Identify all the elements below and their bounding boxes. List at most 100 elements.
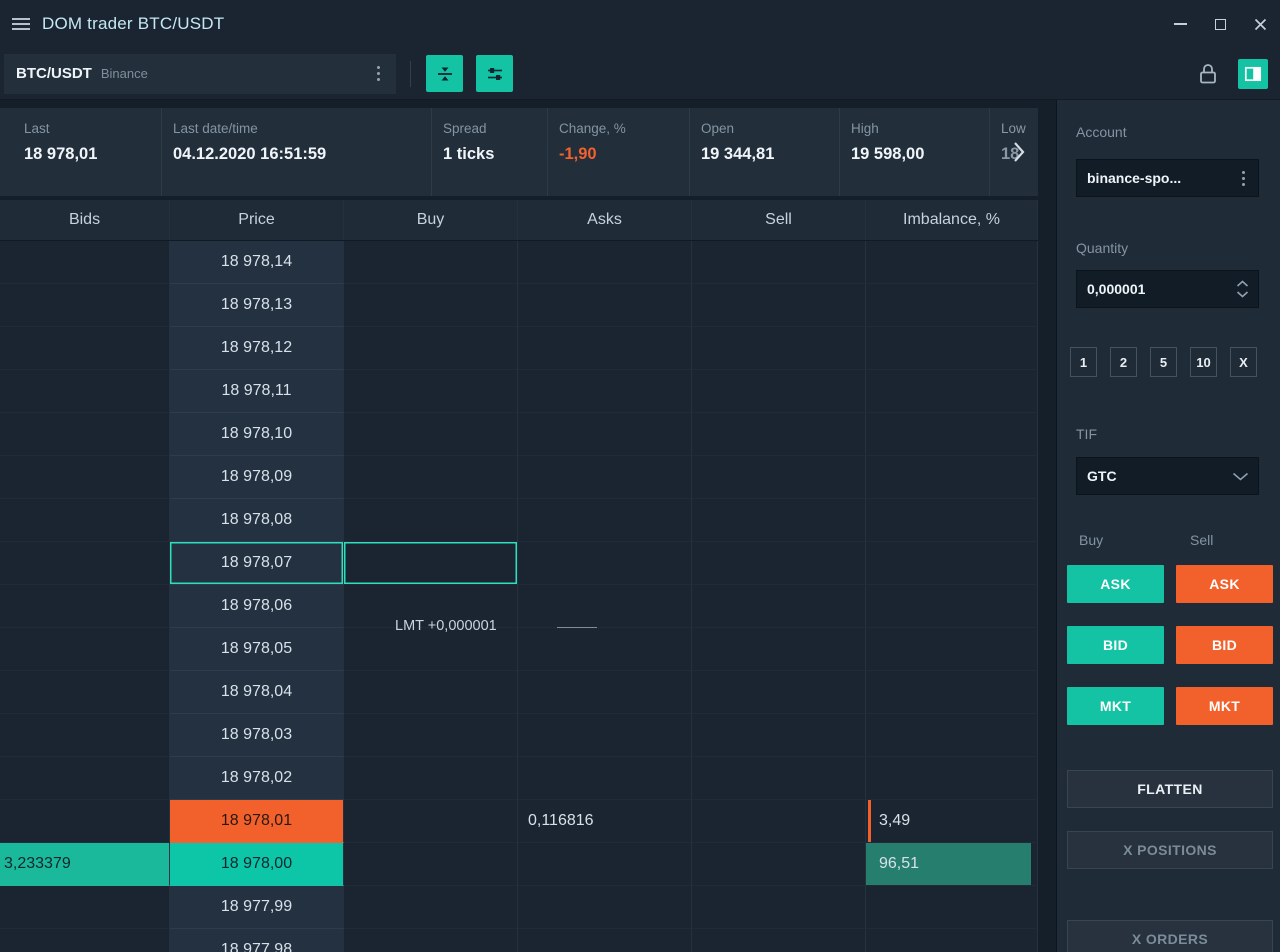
dom-cell-buy[interactable] — [344, 413, 518, 456]
close-orders-button[interactable]: X ORDERS — [1067, 920, 1273, 952]
dom-cell-sell[interactable] — [692, 757, 866, 800]
sell-bid-button[interactable]: BID — [1176, 626, 1273, 664]
account-selector[interactable]: binance-spo... — [1076, 159, 1259, 197]
dom-cell-imbalance[interactable] — [866, 585, 1038, 628]
quick-quantity-5[interactable]: 5 — [1150, 347, 1177, 377]
dom-cell-price[interactable]: 18 978,13 — [170, 284, 344, 327]
dom-cell-imbalance[interactable] — [866, 929, 1038, 952]
dom-cell-bids[interactable] — [0, 284, 170, 327]
dom-cell-sell[interactable] — [692, 241, 866, 284]
spinner-up-icon[interactable] — [1236, 280, 1249, 287]
buy-mkt-button[interactable]: MKT — [1067, 687, 1164, 725]
dom-cell-price[interactable]: 18 978,04 — [170, 671, 344, 714]
sell-ask-button[interactable]: ASK — [1176, 565, 1273, 603]
buy-bid-button[interactable]: BID — [1067, 626, 1164, 664]
dom-cell-sell[interactable] — [692, 671, 866, 714]
info-bar-scroll-right-button[interactable] — [1013, 140, 1025, 169]
dom-cell-imbalance[interactable] — [866, 671, 1038, 714]
dom-cell-buy[interactable] — [344, 843, 518, 886]
minimize-button[interactable] — [1160, 0, 1200, 48]
dom-cell-price[interactable]: 18 978,05 — [170, 628, 344, 671]
dom-cell-buy[interactable] — [344, 628, 518, 671]
dom-cell-sell[interactable] — [692, 886, 866, 929]
symbol-selector[interactable]: BTC/USDT Binance — [4, 53, 396, 94]
quick-quantity-1[interactable]: 1 — [1070, 347, 1097, 377]
flatten-button[interactable]: FLATTEN — [1067, 770, 1273, 808]
dom-cell-sell[interactable] — [692, 628, 866, 671]
dom-cell-sell[interactable] — [692, 800, 866, 843]
dom-cell-imbalance[interactable]: 96,51 — [866, 843, 1038, 886]
quantity-input[interactable]: 0,000001 — [1076, 270, 1259, 308]
dom-cell-bids[interactable] — [0, 800, 170, 843]
dom-cell-buy[interactable] — [344, 757, 518, 800]
dom-cell-asks[interactable] — [518, 542, 692, 585]
sell-mkt-button[interactable]: MKT — [1176, 687, 1273, 725]
account-menu-button[interactable] — [1238, 167, 1249, 190]
dom-cell-asks[interactable]: 0,116816 — [518, 800, 692, 843]
dom-cell-bids[interactable] — [0, 542, 170, 585]
dom-cell-imbalance[interactable] — [866, 757, 1038, 800]
dom-cell-asks[interactable] — [518, 671, 692, 714]
dom-cell-buy[interactable] — [344, 370, 518, 413]
dom-cell-price[interactable]: 18 978,11 — [170, 370, 344, 413]
dom-cell-bids[interactable] — [0, 886, 170, 929]
quick-quantity-2[interactable]: 2 — [1110, 347, 1137, 377]
dom-cell-buy[interactable] — [344, 327, 518, 370]
dom-cell-imbalance[interactable]: 3,49 — [866, 800, 1038, 843]
close-button[interactable] — [1240, 0, 1280, 48]
dom-cell-bids[interactable] — [0, 628, 170, 671]
dom-cell-asks[interactable] — [518, 886, 692, 929]
dom-cell-bids[interactable] — [0, 241, 170, 284]
dom-cell-buy[interactable] — [344, 800, 518, 843]
dom-cell-buy[interactable] — [344, 714, 518, 757]
dom-cell-sell[interactable] — [692, 585, 866, 628]
maximize-button[interactable] — [1200, 0, 1240, 48]
dom-cell-price[interactable]: 18 978,00 — [170, 843, 344, 886]
dom-cell-imbalance[interactable] — [866, 499, 1038, 542]
dom-cell-imbalance[interactable] — [866, 628, 1038, 671]
dom-cell-asks[interactable] — [518, 456, 692, 499]
dom-cell-sell[interactable] — [692, 843, 866, 886]
dom-cell-price[interactable]: 18 978,07 — [170, 542, 344, 585]
dom-cell-asks[interactable] — [518, 327, 692, 370]
dom-cell-asks[interactable] — [518, 628, 692, 671]
dom-cell-bids[interactable] — [0, 671, 170, 714]
dom-cell-sell[interactable] — [692, 929, 866, 952]
dom-cell-price[interactable]: 18 978,01 — [170, 800, 344, 843]
dom-cell-imbalance[interactable] — [866, 370, 1038, 413]
dom-cell-buy[interactable] — [344, 671, 518, 714]
pending-order-marker[interactable]: LMT +0,000001 — [395, 618, 497, 634]
center-to-price-button[interactable] — [426, 55, 463, 92]
dom-cell-sell[interactable] — [692, 370, 866, 413]
quick-quantity-10[interactable]: 10 — [1190, 347, 1217, 377]
dom-cell-imbalance[interactable] — [866, 413, 1038, 456]
dom-cell-asks[interactable] — [518, 714, 692, 757]
dom-cell-imbalance[interactable] — [866, 456, 1038, 499]
menu-icon[interactable] — [0, 0, 42, 48]
dom-cell-bids[interactable] — [0, 585, 170, 628]
symbol-menu-button[interactable] — [373, 62, 384, 85]
dom-cell-asks[interactable] — [518, 284, 692, 327]
dom-cell-sell[interactable] — [692, 456, 866, 499]
dom-cell-buy[interactable] — [344, 542, 518, 585]
spinner-down-icon[interactable] — [1236, 291, 1249, 298]
dom-cell-price[interactable]: 18 978,09 — [170, 456, 344, 499]
quick-quantity-x[interactable]: X — [1230, 347, 1257, 377]
dom-cell-buy[interactable] — [344, 929, 518, 952]
dom-cell-price[interactable]: 18 978,06 — [170, 585, 344, 628]
dom-cell-imbalance[interactable] — [866, 886, 1038, 929]
dom-cell-asks[interactable] — [518, 370, 692, 413]
dom-cell-sell[interactable] — [692, 413, 866, 456]
close-positions-button[interactable]: X POSITIONS — [1067, 831, 1273, 869]
lock-trading-button[interactable] — [1195, 60, 1221, 88]
dom-cell-price[interactable]: 18 977,99 — [170, 886, 344, 929]
dom-cell-bids[interactable] — [0, 370, 170, 413]
dom-cell-sell[interactable] — [692, 284, 866, 327]
dom-cell-asks[interactable] — [518, 843, 692, 886]
dom-cell-asks[interactable] — [518, 757, 692, 800]
dom-cell-imbalance[interactable] — [866, 241, 1038, 284]
dom-cell-asks[interactable] — [518, 413, 692, 456]
dom-cell-bids[interactable]: 3,233379 — [0, 843, 170, 886]
dom-cell-price[interactable]: 18 978,12 — [170, 327, 344, 370]
dom-cell-sell[interactable] — [692, 499, 866, 542]
